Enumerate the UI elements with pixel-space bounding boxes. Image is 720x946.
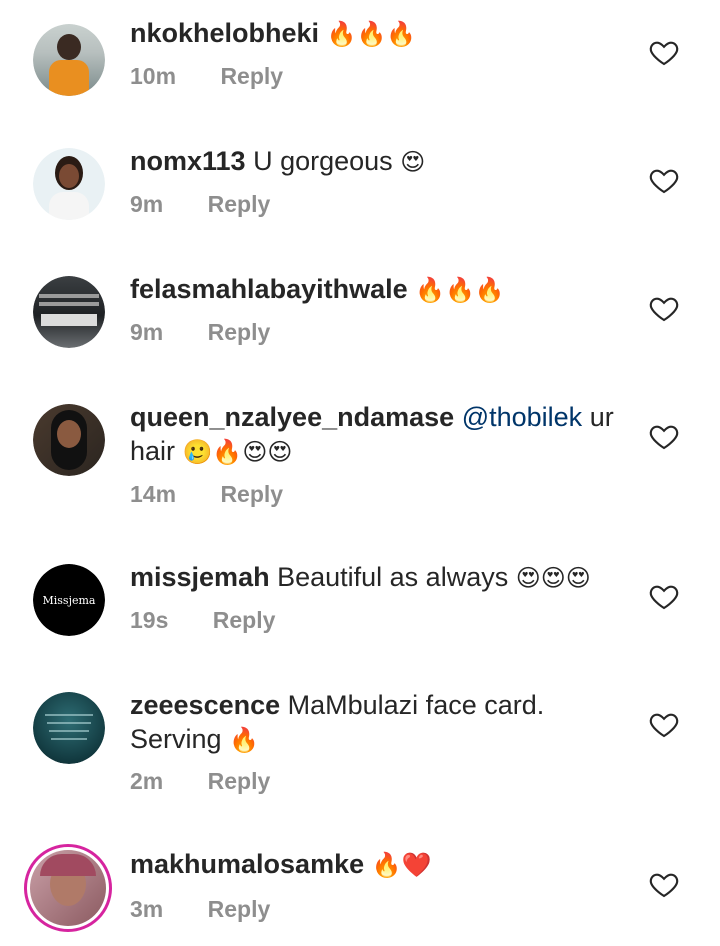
comment-time: 14m — [130, 481, 177, 507]
comment-text: zeeescence MaMbulazi face card. Serving … — [130, 688, 570, 757]
mention-link[interactable]: @thobilek — [462, 402, 582, 432]
comment-time: 10m — [130, 63, 177, 89]
comment-username[interactable]: felasmahlabayithwale — [130, 274, 408, 304]
comment-username[interactable]: missjemah — [130, 562, 270, 592]
comment-text: nomx113 U gorgeous 😍 — [130, 144, 620, 179]
heart-outline-icon[interactable] — [648, 708, 680, 740]
reply-button[interactable]: Reply — [220, 63, 283, 89]
heart-outline-icon[interactable] — [648, 420, 680, 452]
comment-meta: 3m Reply — [130, 896, 270, 923]
comment-meta: 9m Reply — [130, 319, 270, 346]
comment-time: 2m — [130, 768, 164, 794]
reply-button[interactable]: Reply — [208, 896, 271, 922]
comment-body: Beautiful as always — [277, 562, 509, 592]
heart-outline-icon[interactable] — [648, 868, 680, 900]
fire-emoji: 🔥🔥🔥 — [326, 20, 417, 48]
reply-button[interactable]: Reply — [208, 191, 271, 217]
avatar[interactable] — [33, 692, 105, 764]
avatar[interactable] — [33, 276, 105, 348]
comment-time: 19s — [130, 607, 169, 633]
heart-outline-icon[interactable] — [648, 164, 680, 196]
comment-time: 3m — [130, 896, 164, 922]
comment-username[interactable]: zeeescence — [130, 690, 280, 720]
fire-emoji: 🔥 — [229, 726, 259, 754]
comment-meta: 2m Reply — [130, 768, 270, 795]
comments-list: nkokhelobheki 🔥🔥🔥 10m Reply nomx113 U go… — [0, 0, 720, 946]
reply-button[interactable]: Reply — [208, 768, 271, 794]
emoji-group: 🥲🔥😍😍 — [182, 438, 293, 466]
avatar[interactable] — [33, 404, 105, 476]
comment-text: makhumalosamke 🔥❤️ — [130, 847, 620, 882]
comment-meta: 9m Reply — [130, 191, 270, 218]
comment-text: nkokhelobheki 🔥🔥🔥 — [130, 16, 620, 51]
comment-username[interactable]: nkokhelobheki — [130, 18, 319, 48]
comment-meta: 19s Reply — [130, 607, 275, 634]
reply-button[interactable]: Reply — [213, 607, 276, 633]
heart-outline-icon[interactable] — [648, 36, 680, 68]
avatar-story-ring[interactable] — [24, 844, 112, 932]
avatar[interactable] — [33, 148, 105, 220]
comment-time: 9m — [130, 191, 164, 217]
comment-username[interactable]: makhumalosamke — [130, 849, 364, 879]
fire-heart-emoji: 🔥❤️ — [371, 851, 432, 879]
comment-meta: 10m Reply — [130, 63, 283, 90]
heart-eyes-emoji: 😍😍😍 — [515, 564, 591, 592]
avatar[interactable]: Missjema — [33, 564, 105, 636]
comment-username[interactable]: nomx113 — [130, 146, 246, 176]
comment-username[interactable]: queen_nzalyee_ndamase — [130, 402, 454, 432]
heart-eyes-emoji: 😍 — [400, 148, 426, 176]
comment-time: 9m — [130, 319, 164, 345]
heart-outline-icon[interactable] — [648, 580, 680, 612]
avatar[interactable] — [33, 24, 105, 96]
avatar-logo-text: Missjema — [42, 593, 96, 607]
reply-button[interactable]: Reply — [220, 481, 283, 507]
comment-text: felasmahlabayithwale 🔥🔥🔥 — [130, 272, 620, 307]
comment-text: missjemah Beautiful as always 😍😍😍 — [130, 560, 620, 595]
comment-meta: 14m Reply — [130, 481, 283, 508]
comment-body: U gorgeous — [253, 146, 393, 176]
reply-button[interactable]: Reply — [208, 319, 271, 345]
fire-emoji: 🔥🔥🔥 — [415, 276, 505, 304]
heart-outline-icon[interactable] — [648, 292, 680, 324]
comment-text: queen_nzalyee_ndamase @thobilek ur hair … — [130, 400, 620, 469]
